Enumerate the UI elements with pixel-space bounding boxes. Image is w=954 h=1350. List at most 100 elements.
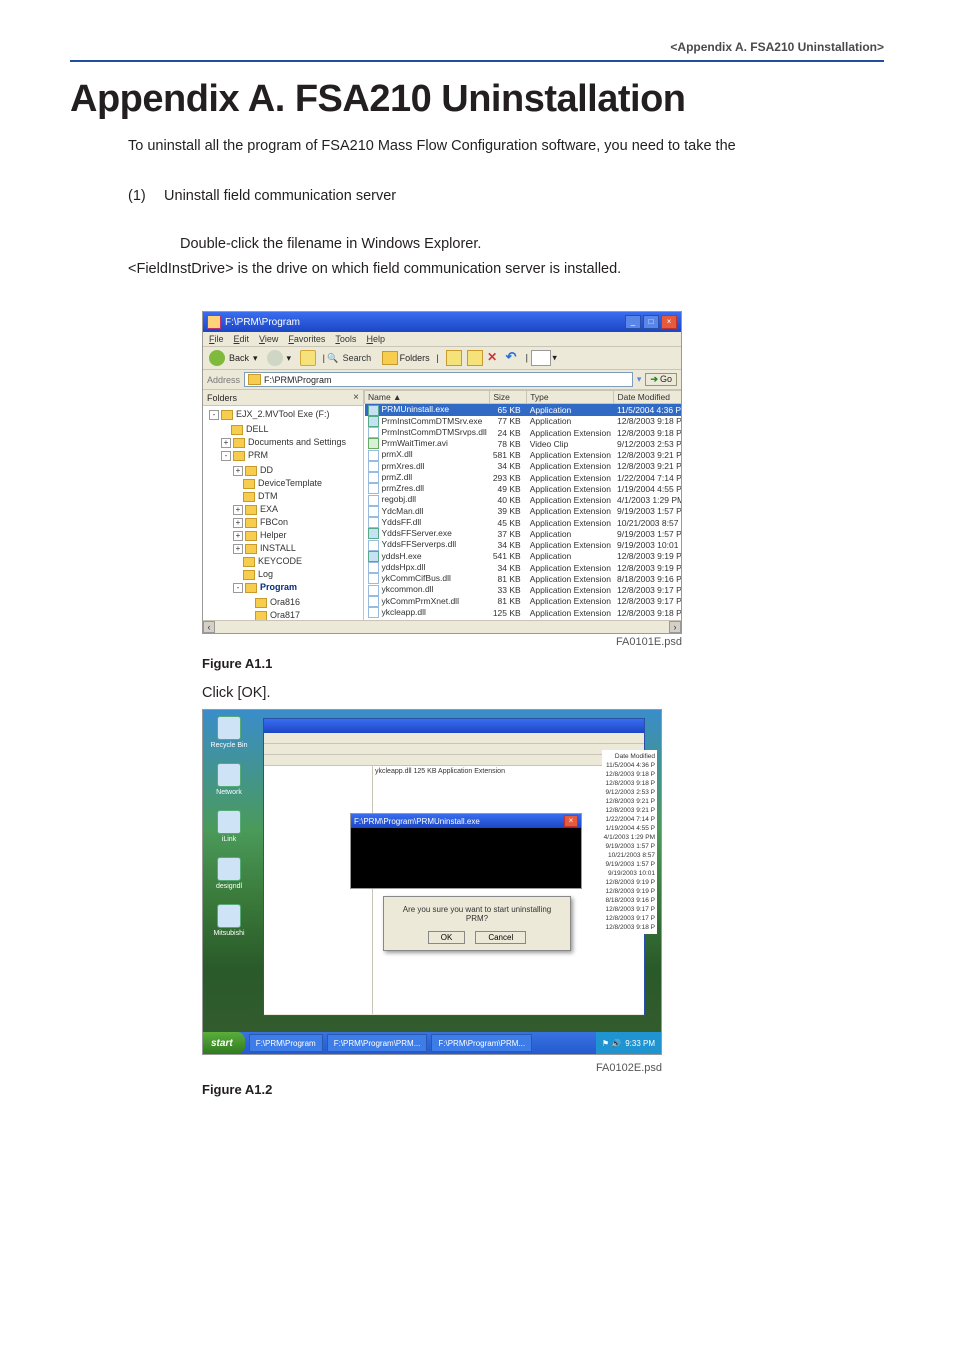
dropdown-icon[interactable]: ▾ — [637, 374, 642, 385]
copy-to-icon[interactable] — [467, 350, 483, 366]
back-button[interactable] — [209, 350, 225, 366]
window-titlebar[interactable]: F:\PRM\Program _ □ × — [203, 312, 681, 332]
file-row[interactable]: prmZres.dll 49 KBApplication Extension1/… — [365, 483, 682, 494]
step-1: (1) Uninstall field communication server — [128, 188, 884, 204]
figure-a1-2: Recycle Bin Network iLink designdl Mitsubish… — [202, 709, 884, 1060]
minimize-button[interactable]: _ — [625, 315, 641, 329]
forward-button[interactable] — [267, 350, 283, 366]
menu-file[interactable]: File — [209, 334, 224, 344]
close-folders-icon[interactable]: × — [353, 392, 359, 403]
scroll-left-icon[interactable]: ‹ — [203, 621, 215, 633]
tree-node[interactable]: +INSTALL — [233, 542, 363, 555]
file-row[interactable]: prmZ.dll 293 KBApplication Extension1/22… — [365, 472, 682, 483]
folders-pane[interactable]: Folders × -EJX_2.MVTool Exe (F:)DELL+Doc… — [203, 390, 364, 620]
tree-node[interactable]: Log — [233, 568, 363, 581]
menu-edit[interactable]: Edit — [234, 334, 250, 344]
tree-node[interactable]: Ora817 — [245, 609, 363, 620]
file-row[interactable]: YdcMan.dll 39 KBApplication Extension9/1… — [365, 506, 682, 517]
search-button[interactable]: Search — [343, 353, 372, 363]
file-row[interactable]: prmXres.dll 34 KBApplication Extension12… — [365, 461, 682, 472]
folder-icon — [255, 598, 267, 608]
tree-node[interactable]: +Helper — [233, 529, 363, 542]
tree-node[interactable]: -ProgramOra816Ora817Ora920 — [233, 581, 363, 620]
close-button[interactable]: × — [661, 315, 677, 329]
file-row[interactable]: PrmInstCommDTMSrvps.dll 24 KBApplication… — [365, 427, 682, 438]
tree-node[interactable]: +DD — [233, 464, 363, 477]
column-header[interactable]: Size — [490, 391, 527, 404]
delete-icon[interactable]: ✕ — [487, 351, 501, 365]
background-explorer: ykcleapp.dll 125 KB Application Extensio… — [263, 718, 645, 1016]
file-row[interactable]: PrmWaitTimer.avi 78 KBVideo Clip9/12/200… — [365, 438, 682, 449]
address-bar[interactable]: Address F:\PRM\Program ▾ ➔Go — [203, 370, 681, 390]
menu-view[interactable]: View — [259, 334, 278, 344]
file-row[interactable]: YddsFFServer.exe 37 KBApplication9/19/20… — [365, 528, 682, 539]
column-header[interactable]: Date Modified — [614, 391, 681, 404]
desktop-icon[interactable]: Mitsubishi — [209, 904, 249, 937]
address-input[interactable]: F:\PRM\Program — [244, 372, 633, 387]
menu-favorites[interactable]: Favorites — [288, 334, 325, 344]
taskbar-item[interactable]: F:\PRM\Program\PRM... — [431, 1034, 532, 1052]
menu-help[interactable]: Help — [366, 334, 385, 344]
file-row[interactable]: YddsFF.dll 45 KBApplication Extension10/… — [365, 517, 682, 528]
tree-node[interactable]: DTM — [233, 490, 363, 503]
desktop-icon[interactable]: designdl — [209, 857, 249, 890]
toolbar-extra[interactable]: ✕ ↶ | ▾ — [445, 350, 557, 366]
file-row[interactable]: prmX.dll 581 KBApplication Extension12/8… — [365, 449, 682, 460]
tray-icons[interactable]: ⚑ 🔊 — [602, 1039, 621, 1048]
desktop-icon[interactable]: Recycle Bin — [209, 716, 249, 749]
dll-icon — [368, 506, 379, 517]
console-close-icon[interactable]: × — [564, 815, 578, 827]
menu-bar[interactable]: File Edit View Favorites Tools Help — [203, 332, 681, 347]
tree-node[interactable]: -PRM+DDDeviceTemplateDTM+EXA+FBCon+Helpe… — [221, 449, 363, 620]
system-tray[interactable]: ⚑ 🔊 9:33 PM — [596, 1032, 661, 1054]
file-row[interactable]: regobj.dll 40 KBApplication Extension4/1… — [365, 494, 682, 505]
dll-icon — [368, 517, 379, 528]
column-header[interactable]: Name ▲ — [365, 391, 490, 404]
cancel-button[interactable]: Cancel — [475, 931, 526, 944]
scroll-right-icon[interactable]: › — [669, 621, 681, 633]
file-row[interactable]: ykcommon.dll 33 KBApplication Extension1… — [365, 584, 682, 595]
column-header[interactable]: Type — [527, 391, 614, 404]
dll-icon — [368, 472, 379, 483]
tree-node[interactable]: Ora816 — [245, 596, 363, 609]
h-scrollbar[interactable]: ‹ › — [203, 620, 681, 633]
ok-button[interactable]: OK — [428, 931, 466, 944]
file-row[interactable]: PrmInstCommDTMSrv.exe 77 KBApplication12… — [365, 416, 682, 427]
file-list[interactable]: Name ▲SizeTypeDate Modified PRMUninstall… — [364, 390, 681, 620]
file-row[interactable]: YddsFFServerps.dll 34 KBApplication Exte… — [365, 539, 682, 550]
taskbar[interactable]: start F:\PRM\ProgramF:\PRM\Program\PRM..… — [203, 1032, 661, 1054]
tree-node[interactable]: KEYCODE — [233, 555, 363, 568]
file-row[interactable]: yddsHpx.dll 34 KBApplication Extension12… — [365, 562, 682, 573]
figure-a1-2-label: Figure A1.2 — [202, 1082, 884, 1097]
undo-icon[interactable]: ↶ — [506, 351, 520, 365]
folders-header-label: Folders — [207, 393, 237, 403]
views-icon[interactable] — [531, 350, 551, 366]
tree-node[interactable]: +FBCon — [233, 516, 363, 529]
toolbar[interactable]: Back ▾ ▾ | 🔍 Search Folders | ✕ ↶ | ▾ — [203, 347, 681, 370]
tree-node[interactable]: -EJX_2.MVTool Exe (F:)DELL+Documents and… — [209, 408, 363, 620]
desktop-icon[interactable]: Network — [209, 763, 249, 796]
file-row[interactable]: PRMUninstall.exe 65 KBApplication11/5/20… — [365, 404, 682, 416]
taskbar-item[interactable]: F:\PRM\Program\PRM... — [327, 1034, 428, 1052]
desktop-icons[interactable]: Recycle Bin Network iLink designdl Mitsubish… — [209, 716, 249, 937]
file-row[interactable]: ykCommCifBus.dll 81 KBApplication Extens… — [365, 573, 682, 584]
address-value: F:\PRM\Program — [264, 375, 332, 385]
go-button[interactable]: ➔Go — [645, 373, 677, 386]
folder-icon — [231, 425, 243, 435]
move-to-icon[interactable] — [446, 350, 462, 366]
tree-node[interactable]: DeviceTemplate — [233, 477, 363, 490]
tree-node[interactable]: DELL — [221, 423, 363, 436]
start-button[interactable]: start — [203, 1032, 245, 1054]
up-button[interactable] — [300, 350, 316, 366]
desktop-icon[interactable]: iLink — [209, 810, 249, 843]
taskbar-item[interactable]: F:\PRM\Program — [249, 1034, 323, 1052]
file-row[interactable]: ykcleapp.dll 125 KBApplication Extension… — [365, 607, 682, 618]
file-row[interactable]: ykCommPrmXnet.dll 81 KBApplication Exten… — [365, 596, 682, 607]
maximize-button[interactable]: □ — [643, 315, 659, 329]
folders-button[interactable]: Folders — [382, 351, 430, 365]
tree-node[interactable]: +EXA — [233, 503, 363, 516]
tree-node[interactable]: +Documents and Settings — [221, 436, 363, 449]
address-label: Address — [207, 375, 240, 385]
file-row[interactable]: yddsH.exe 541 KBApplication12/8/2003 9:1… — [365, 551, 682, 562]
menu-tools[interactable]: Tools — [335, 334, 356, 344]
